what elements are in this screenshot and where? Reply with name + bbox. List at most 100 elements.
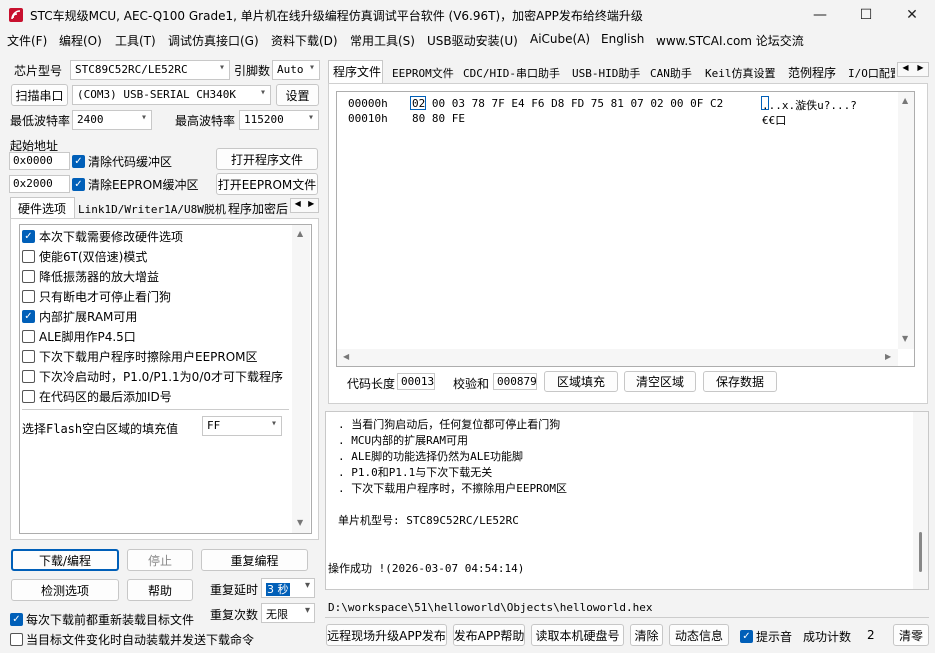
- hw-scrollbar[interactable]: ▲ ▼: [292, 225, 310, 533]
- hex-vscroll[interactable]: ▲ ▼: [898, 92, 914, 349]
- menu-website[interactable]: www.STCAI.com 论坛交流: [656, 32, 804, 49]
- clear-eeprom-label: 清除EEPROM缓冲区: [88, 178, 199, 192]
- hex-hscroll[interactable]: ◀ ▶: [337, 349, 898, 366]
- tab-right-icon[interactable]: ▶: [305, 199, 319, 212]
- download-button[interactable]: 下载/编程: [11, 549, 119, 571]
- hw-option-row[interactable]: 使能6T(双倍速)模式: [22, 248, 147, 265]
- clear-area-button[interactable]: 清空区域: [624, 371, 696, 392]
- checkbox-checked-icon: ✓: [72, 178, 85, 191]
- menu-program[interactable]: 编程(O): [59, 32, 102, 49]
- minimize-button[interactable]: —: [797, 0, 843, 30]
- title-bar: STC车规级MCU, AEC-Q100 Grade1, 单片机在线升级编程仿真调…: [0, 0, 935, 30]
- log-scrollbar[interactable]: [913, 412, 928, 589]
- reprogram-button[interactable]: 重复编程: [201, 549, 308, 571]
- fill-select[interactable]: FF ▾: [202, 416, 282, 436]
- tab-left-icon[interactable]: ◀: [291, 199, 305, 212]
- reload-checkbox[interactable]: ✓ 每次下载前都重新装载目标文件: [10, 611, 194, 628]
- fill-area-button[interactable]: 区域填充: [544, 371, 618, 392]
- tab-hardware[interactable]: 硬件选项: [18, 200, 66, 217]
- tab-program-file[interactable]: 程序文件: [333, 63, 381, 80]
- chip-select[interactable]: STC89C52RC/LE52RC ▾: [70, 60, 230, 80]
- hw-option-row[interactable]: 下次下载用户程序时擦除用户EEPROM区: [22, 348, 258, 365]
- clear-eeprom-checkbox[interactable]: ✓ 清除EEPROM缓冲区: [72, 176, 199, 193]
- scroll-up-icon[interactable]: ▲: [297, 229, 303, 238]
- tab-usb-hid[interactable]: USB-HID助手: [572, 65, 640, 81]
- hex-row-ascii: ...x.漩佚u?...?: [762, 99, 857, 112]
- tab-examples[interactable]: 范例程序: [788, 64, 836, 81]
- tab-can[interactable]: CAN助手: [650, 65, 692, 81]
- repeat-count-select[interactable]: 无限 ▾: [261, 603, 315, 623]
- menu-english[interactable]: English: [601, 32, 644, 46]
- close-button[interactable]: ✕: [889, 0, 935, 30]
- hw-option-label: 本次下载需要修改硬件选项: [39, 230, 184, 244]
- dynamic-info-button[interactable]: 动态信息: [669, 624, 729, 646]
- open-program-button[interactable]: 打开程序文件: [216, 148, 318, 170]
- menu-debug[interactable]: 调试仿真接口(G): [168, 32, 259, 49]
- tone-checkbox[interactable]: ✓ 提示音: [740, 628, 792, 645]
- repeat-delay-label: 重复延时: [210, 583, 259, 597]
- open-eeprom-button[interactable]: 打开EEPROM文件: [216, 173, 318, 195]
- tab-encrypt[interactable]: 程序加密后: [228, 200, 288, 217]
- help-button[interactable]: 帮助: [127, 579, 193, 601]
- hw-option-row[interactable]: ✓ 内部扩展RAM可用: [22, 308, 137, 325]
- hw-option-row[interactable]: ALE脚用作P4.5口: [22, 328, 136, 345]
- read-disk-button[interactable]: 读取本机硬盘号: [531, 624, 624, 646]
- scroll-down-icon[interactable]: ▼: [902, 334, 908, 343]
- maximize-button[interactable]: ☐: [843, 0, 889, 30]
- repeat-delay-select[interactable]: 3 秒 ▾: [261, 578, 315, 598]
- pins-select[interactable]: Auto ▾: [272, 60, 320, 80]
- port-select[interactable]: (COM3) USB-SERIAL CH340K ▾: [72, 85, 271, 105]
- tab-io-config[interactable]: I/O口配置: [848, 65, 895, 81]
- eeprom-addr-input[interactable]: 0x2000: [9, 175, 70, 193]
- scroll-up-icon[interactable]: ▲: [902, 96, 908, 105]
- repeat-count-value: 无限: [266, 608, 288, 621]
- min-baud-select[interactable]: 2400 ▾: [72, 110, 152, 130]
- checkbox-empty-icon: [22, 250, 35, 263]
- hw-option-label: 内部扩展RAM可用: [39, 310, 138, 324]
- settings-button[interactable]: 设置: [276, 84, 319, 106]
- menu-aicube[interactable]: AiCube(A): [530, 32, 590, 46]
- fill-label: 选择Flash空白区域的填充值: [22, 422, 179, 436]
- menu-usb-driver[interactable]: USB驱动安装(U): [427, 32, 518, 49]
- tab-right-icon[interactable]: ▶: [913, 63, 928, 76]
- hex-row-ascii: €€口: [762, 114, 787, 127]
- tab-offline[interactable]: Link1D/Writer1A/U8W脱机: [78, 201, 226, 217]
- hex-editor[interactable]: [336, 91, 915, 367]
- code-length-label: 代码长度: [347, 377, 396, 391]
- stop-button[interactable]: 停止: [127, 549, 193, 571]
- tab-scroll[interactable]: ◀ ▶: [290, 198, 319, 213]
- repeat-delay-value: 3 秒: [266, 583, 290, 596]
- log-line: 单片机型号: STC89C52RC/LE52RC: [338, 514, 519, 527]
- hw-option-row[interactable]: 下次冷启动时，P1.0/P1.1为0/0才可下载程序: [22, 368, 283, 385]
- save-data-button[interactable]: 保存数据: [703, 371, 777, 392]
- menu-download[interactable]: 资料下载(D): [271, 32, 338, 49]
- scan-port-button[interactable]: 扫描串口: [11, 84, 68, 106]
- scroll-left-icon[interactable]: ◀: [343, 352, 349, 361]
- hw-option-row[interactable]: 降低振荡器的放大增益: [22, 268, 159, 285]
- hw-option-row[interactable]: 在代码区的最后添加ID号: [22, 388, 172, 405]
- menu-tools[interactable]: 工具(T): [115, 32, 156, 49]
- remote-upgrade-button[interactable]: 远程现场升级APP发布: [326, 624, 447, 646]
- tab-keil[interactable]: Keil仿真设置: [705, 65, 776, 81]
- log-scroll-thumb[interactable]: [919, 532, 922, 572]
- scroll-right-icon[interactable]: ▶: [885, 352, 891, 361]
- code-addr-input[interactable]: 0x0000: [9, 152, 70, 170]
- scroll-down-icon[interactable]: ▼: [297, 518, 303, 527]
- hw-option-row[interactable]: ✓ 本次下载需要修改硬件选项: [22, 228, 183, 245]
- tab-eeprom-file[interactable]: EEPROM文件: [392, 65, 454, 81]
- clear-code-checkbox[interactable]: ✓ 清除代码缓冲区: [72, 153, 172, 170]
- tab-cdc-hid[interactable]: CDC/HID-串口助手: [463, 65, 560, 81]
- menu-file[interactable]: 文件(F): [7, 32, 47, 49]
- publish-help-button[interactable]: 发布APP帮助: [453, 624, 525, 646]
- tab-left-icon[interactable]: ◀: [898, 63, 913, 76]
- auto-load-checkbox[interactable]: 当目标文件变化时自动装载并发送下载命令: [10, 631, 254, 648]
- clear-count-button[interactable]: 清零: [893, 624, 929, 646]
- checkbox-empty-icon: [10, 633, 23, 646]
- menu-common-tools[interactable]: 常用工具(S): [350, 32, 415, 49]
- chevron-down-icon: ▾: [304, 580, 310, 591]
- detect-button[interactable]: 检测选项: [11, 579, 119, 601]
- max-baud-select[interactable]: 115200 ▾: [239, 110, 319, 130]
- right-tab-scroll[interactable]: ◀ ▶: [897, 62, 929, 77]
- hw-option-row[interactable]: 只有断电才可停止看门狗: [22, 288, 171, 305]
- clear-log-button[interactable]: 清除: [630, 624, 663, 646]
